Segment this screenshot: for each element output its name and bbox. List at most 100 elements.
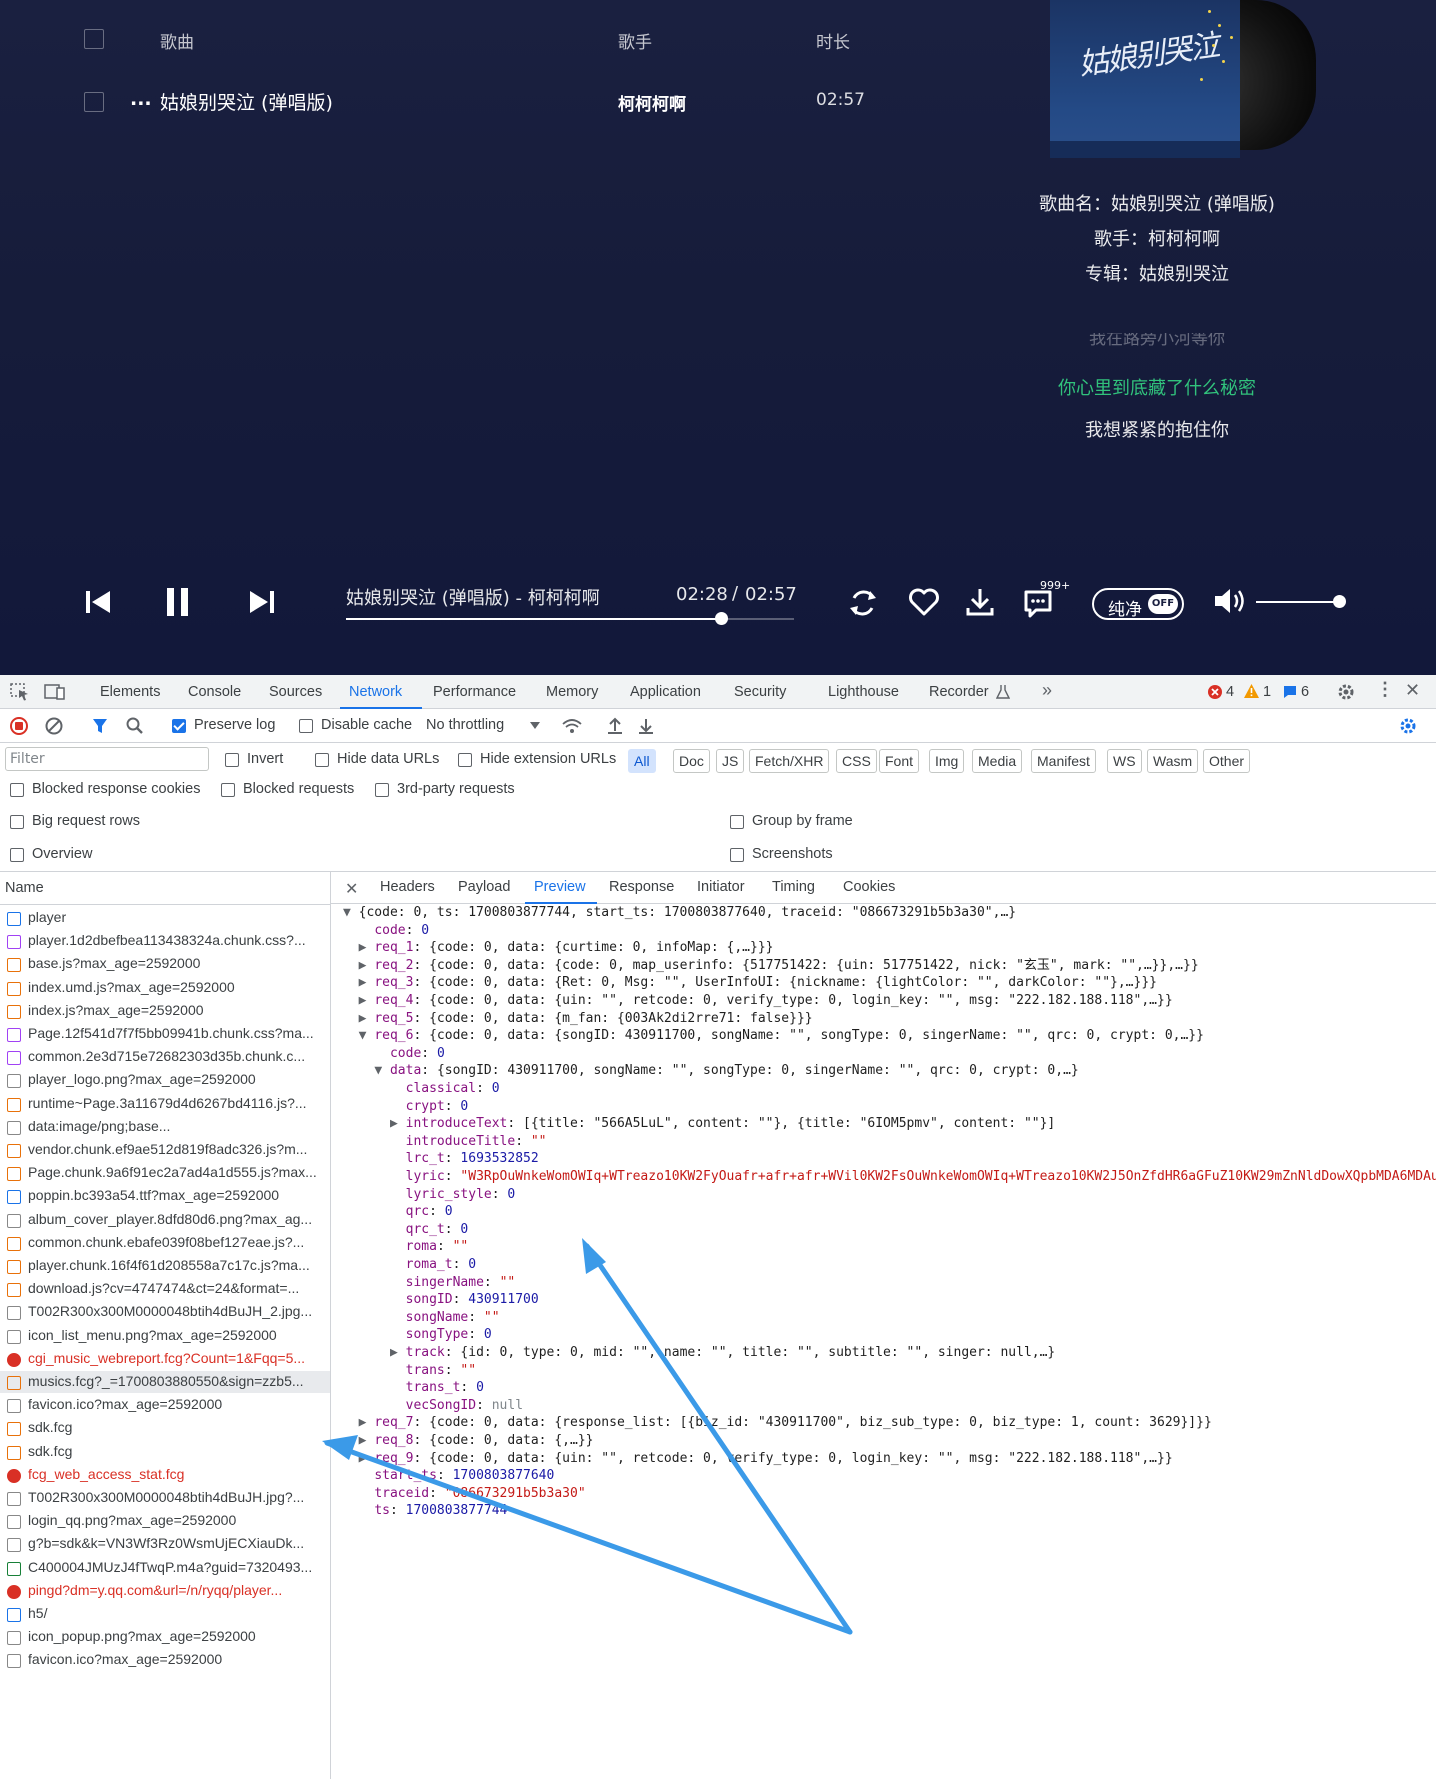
preview-line[interactable]: ▼ {code: 0, ts: 1700803877744, start_ts:… — [343, 905, 1016, 923]
song-singer[interactable]: 柯柯柯啊 — [618, 90, 686, 115]
close-devtools-icon[interactable]: ✕ — [1405, 680, 1420, 701]
screenshots-label[interactable]: Screenshots — [752, 846, 833, 862]
tab-performance[interactable]: Performance — [433, 684, 516, 700]
request-row[interactable]: T002R300x300M0000048btih4dBuJH_2.jpg... — [0, 1301, 330, 1323]
tab-sources[interactable]: Sources — [269, 684, 322, 700]
type-filter-other[interactable]: Other — [1203, 749, 1251, 773]
detail-tab-timing[interactable]: Timing — [772, 879, 815, 895]
now-playing-title[interactable]: 姑娘别哭泣 (弹唱版) - 柯柯柯啊 — [346, 584, 600, 610]
detail-tab-preview[interactable]: Preview — [534, 879, 586, 895]
request-row[interactable]: Page.12f541d7f7f5bb09941b.chunk.css?ma..… — [0, 1023, 330, 1045]
request-row[interactable]: common.2e3d715e72682303d35b.chunk.c... — [0, 1046, 330, 1068]
group-by-frame-checkbox[interactable] — [730, 815, 744, 829]
overview-checkbox[interactable] — [10, 848, 24, 862]
request-row[interactable]: sdk.fcg — [0, 1441, 330, 1463]
hide-extension-urls-checkbox[interactable] — [458, 753, 472, 767]
request-row[interactable]: album_cover_player.8dfd80d6.png?max_ag..… — [0, 1209, 330, 1231]
pure-mode-switch[interactable]: OFF — [1148, 594, 1178, 614]
detail-tab-headers[interactable]: Headers — [380, 879, 435, 895]
preserve-log-label[interactable]: Preserve log — [194, 717, 275, 733]
disable-cache-label[interactable]: Disable cache — [321, 717, 412, 733]
type-filter-wasm[interactable]: Wasm — [1147, 749, 1199, 773]
request-row[interactable]: runtime~Page.3a11679d4d6267bd4116.js?... — [0, 1093, 330, 1115]
request-row[interactable]: h5/ — [0, 1603, 330, 1625]
request-row[interactable]: icon_list_menu.png?max_age=2592000 — [0, 1325, 330, 1347]
device-toolbar-icon[interactable] — [44, 683, 66, 701]
request-row[interactable]: poppin.bc393a54.ttf?max_age=2592000 — [0, 1185, 330, 1207]
request-row[interactable]: index.js?max_age=2592000 — [0, 1000, 330, 1022]
request-row[interactable]: common.chunk.ebafe039f08bef127eae.js?... — [0, 1232, 330, 1254]
type-filter-css[interactable]: CSS — [836, 749, 877, 773]
request-row[interactable]: download.js?cv=4747474&ct=24&format=... — [0, 1278, 330, 1300]
request-row[interactable]: favicon.ico?max_age=2592000 — [0, 1394, 330, 1416]
chevron-down-icon[interactable] — [530, 722, 540, 730]
tab-application[interactable]: Application — [630, 684, 701, 700]
blocked-requests-label[interactable]: Blocked requests — [243, 781, 354, 797]
request-row-selected[interactable]: musics.fcg?_=1700803880550&sign=zzb5... — [0, 1371, 330, 1393]
progress-bar[interactable] — [346, 612, 794, 625]
request-row[interactable]: cgi_music_webreport.fcg?Count=1&Fqq=5... — [0, 1348, 330, 1370]
warning-icon[interactable] — [1244, 684, 1259, 698]
request-row[interactable]: data:image/png;base... — [0, 1116, 330, 1138]
blocked-response-cookies-label[interactable]: Blocked response cookies — [32, 781, 200, 797]
song-checkbox[interactable] — [84, 92, 104, 112]
big-request-rows-checkbox[interactable] — [10, 815, 24, 829]
filter-funnel-icon[interactable] — [92, 718, 108, 734]
invert-checkbox[interactable] — [225, 753, 239, 767]
tab-console[interactable]: Console — [188, 684, 241, 700]
error-icon[interactable] — [1208, 685, 1222, 699]
request-row[interactable]: base.js?max_age=2592000 — [0, 953, 330, 975]
volume-icon[interactable] — [1212, 586, 1246, 616]
request-row[interactable]: player — [0, 907, 330, 929]
progress-knob[interactable] — [714, 612, 728, 625]
hide-extension-urls-label[interactable]: Hide extension URLs — [480, 751, 616, 767]
network-settings-gear-icon[interactable] — [1398, 716, 1418, 736]
volume-slider[interactable] — [1256, 595, 1346, 608]
request-row[interactable]: vendor.chunk.ef9ae512d819f8adc326.js?m..… — [0, 1139, 330, 1161]
request-row[interactable]: sdk.fcg — [0, 1417, 330, 1439]
download-icon[interactable] — [964, 586, 996, 618]
request-row[interactable]: player_logo.png?max_age=2592000 — [0, 1069, 330, 1091]
hide-data-urls-checkbox[interactable] — [315, 753, 329, 767]
export-har-icon[interactable] — [638, 717, 654, 735]
tab-network[interactable]: Network — [349, 684, 402, 700]
tab-elements[interactable]: Elements — [100, 684, 160, 700]
tab-memory[interactable]: Memory — [546, 684, 598, 700]
type-filter-all[interactable]: All — [628, 749, 656, 773]
request-row[interactable]: C400004JMUzJ4fTwqP.m4a?guid=7320493... — [0, 1557, 330, 1579]
network-conditions-icon[interactable] — [561, 717, 583, 735]
preview-line[interactable]: ▼ req_6: {code: 0, data: {songID: 430911… — [343, 1026, 1204, 1046]
detail-tab-cookies[interactable]: Cookies — [843, 879, 895, 895]
disable-cache-checkbox[interactable] — [299, 719, 313, 733]
request-row[interactable]: icon_popup.png?max_age=2592000 — [0, 1626, 330, 1648]
pure-mode-toggle[interactable]: 纯净 OFF — [1092, 588, 1184, 620]
volume-knob[interactable] — [1333, 595, 1346, 608]
song-row[interactable]: ... 姑娘别哭泣 (弹唱版) 柯柯柯啊 02:57 — [0, 88, 1000, 118]
comment-icon[interactable] — [1022, 588, 1056, 620]
request-row[interactable]: g?b=sdk&k=VN3Wf3Rz0WsmUjECXiauDk... — [0, 1533, 330, 1555]
import-har-icon[interactable] — [607, 717, 623, 735]
message-icon[interactable] — [1283, 685, 1297, 699]
request-row[interactable]: Page.chunk.9a6f91ec2a7ad4a1d555.js?max..… — [0, 1162, 330, 1184]
request-row[interactable]: T002R300x300M0000048btih4dBuJH.jpg?... — [0, 1487, 330, 1509]
next-track-icon[interactable] — [248, 588, 276, 616]
tab-recorder[interactable]: Recorder — [929, 684, 989, 700]
type-filter-manifest[interactable]: Manifest — [1031, 749, 1096, 773]
pause-icon[interactable] — [164, 586, 192, 618]
search-icon[interactable] — [126, 717, 144, 735]
third-party-requests-checkbox[interactable] — [375, 783, 389, 797]
tab-lighthouse[interactable]: Lighthouse — [828, 684, 899, 700]
tab-security[interactable]: Security — [734, 684, 786, 700]
settings-gear-icon[interactable] — [1336, 682, 1356, 702]
blocked-requests-checkbox[interactable] — [221, 783, 235, 797]
select-all-checkbox[interactable] — [84, 29, 104, 49]
type-filter-img[interactable]: Img — [929, 749, 965, 773]
request-row[interactable]: login_qq.png?max_age=2592000 — [0, 1510, 330, 1532]
prev-track-icon[interactable] — [84, 588, 112, 616]
error-count[interactable]: 4 — [1226, 684, 1234, 700]
type-filter-ws[interactable]: WS — [1107, 749, 1142, 773]
blocked-response-cookies-checkbox[interactable] — [10, 783, 24, 797]
message-count[interactable]: 6 — [1301, 684, 1309, 700]
request-row[interactable]: pingd?dm=y.qq.com&url=/n/ryqq/player... — [0, 1580, 330, 1602]
request-row[interactable]: fcg_web_access_stat.fcg — [0, 1464, 330, 1486]
